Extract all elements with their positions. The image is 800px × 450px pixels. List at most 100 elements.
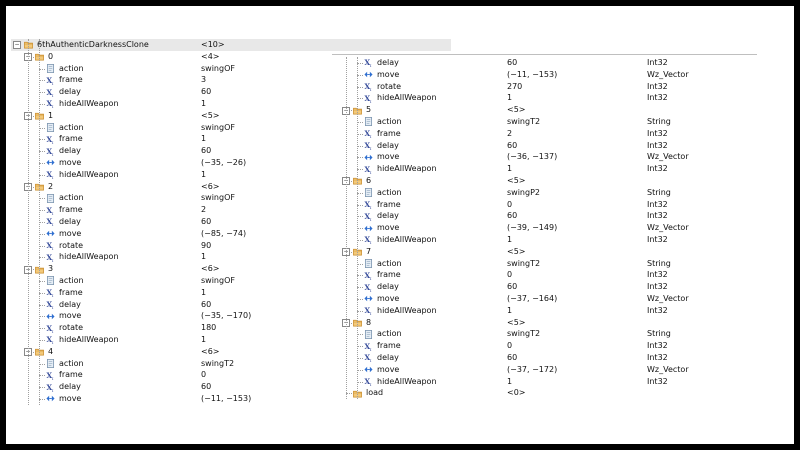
tree-node-value: 1 <box>201 169 207 179</box>
tree-property-row[interactable]: X I hideAllWeapon 1 Int32 <box>332 376 757 388</box>
tree-node-value: 1 <box>201 287 207 297</box>
tree-property-row[interactable]: X I hideAllWeapon 1 Int32 <box>332 163 757 175</box>
tree-node-value: swingT2 <box>507 117 541 126</box>
tree-node-name: move <box>59 228 82 238</box>
tree-node-type: String <box>647 117 671 126</box>
tree-node-name: 5 <box>366 105 372 115</box>
integer-icon: XI <box>364 342 371 351</box>
svg-text:I: I <box>52 151 54 155</box>
tree-property-row[interactable]: X I rotate 270 Int32 <box>332 81 757 93</box>
tree-node-value: 60 <box>507 58 518 67</box>
integer-icon: XI <box>364 354 371 363</box>
tree-property-row[interactable]: X I delay 60 Int32 <box>332 210 757 222</box>
tree-node-name: delay <box>59 217 81 226</box>
tree-property-row[interactable]: move (−11, −153) Wz_Vector <box>332 69 757 81</box>
integer-icon: XI <box>364 94 372 103</box>
integer-icon: XI <box>46 371 54 380</box>
tree-node-value: (−11, −153) <box>201 394 252 403</box>
tree-folder-row[interactable]: −5 <5> <box>332 104 757 116</box>
svg-text:I: I <box>370 311 372 315</box>
tree-folder-row[interactable]: −6 <5> <box>332 175 757 187</box>
integer-icon: XI <box>364 165 371 174</box>
tree-property-row[interactable]: X I delay 60 Int32 <box>332 352 757 364</box>
tree-node-name: delay <box>377 282 399 292</box>
svg-text:I: I <box>52 305 54 309</box>
tree-node-name: delay <box>59 382 81 392</box>
tree-property-row[interactable]: action swingT2 String <box>332 328 757 340</box>
svg-text:I: I <box>370 99 372 103</box>
tree-node-name: 2 <box>48 181 54 191</box>
svg-text:I: I <box>370 287 372 291</box>
tree-node-name: action <box>377 187 402 197</box>
tree-node-value: 1 <box>201 134 207 144</box>
tree-property-row[interactable]: X I hideAllWeapon 1 Int32 <box>332 305 757 317</box>
tree-node-name: action <box>377 117 402 126</box>
tree-node-name: load <box>366 388 384 398</box>
tree-node-name: delay <box>377 58 399 67</box>
tree-node-name: delay <box>59 87 81 97</box>
right-property-tree[interactable]: X Idelay 60 Int32 move (−11, −153) Wz_Vector X I… <box>332 54 757 409</box>
tree-property-row[interactable]: move (−37, −164) Wz_Vector <box>332 293 757 305</box>
svg-text:I: I <box>52 376 54 380</box>
tree-folder-row[interactable]: − 6thAuthenticDarknessClone <10> <box>11 39 451 51</box>
tree-node-name: hideAllWeapon <box>377 164 437 174</box>
tree-node-name: move <box>377 152 400 162</box>
tree-property-row[interactable]: X I frame 2 Int32 <box>332 128 757 140</box>
tree-property-row[interactable]: action swingT2 String <box>332 258 757 270</box>
tree-property-row[interactable]: move (−39, −149) Wz_Vector <box>332 222 757 234</box>
tree-node-value: 2 <box>507 128 513 138</box>
tree-folder-row[interactable]: load <0> <box>332 387 757 399</box>
tree-property-row[interactable]: X I hideAllWeapon 1 Int32 <box>332 92 757 104</box>
svg-text:I: I <box>370 63 372 67</box>
expand-collapse-toggle[interactable]: − <box>13 41 21 50</box>
tree-node-value: <5> <box>507 246 526 256</box>
tree-node-name: action <box>59 276 84 285</box>
tree-node-value: (−35, −170) <box>201 311 252 321</box>
tree-node-name: frame <box>59 134 83 144</box>
tree-property-row[interactable]: move (−36, −137) Wz_Vector <box>332 151 757 163</box>
tree-node-name: action <box>377 258 402 268</box>
tree-node-name: 0 <box>48 51 54 61</box>
tree-node-type: String <box>647 329 671 339</box>
tree-node-type: Int32 <box>647 270 668 280</box>
tree-node-value: 60 <box>507 140 518 150</box>
tree-node-name: move <box>59 158 82 167</box>
tree-node-name: delay <box>377 353 399 362</box>
tree-node-value: swingT2 <box>507 329 541 339</box>
tree-folder-row[interactable]: −7 <5> <box>332 246 757 258</box>
tree-property-row[interactable]: action swingP2 String <box>332 187 757 199</box>
svg-text:I: I <box>52 340 54 344</box>
tree-node-type: Int32 <box>647 211 668 221</box>
tree-property-row[interactable]: X I delay 60 Int32 <box>332 57 757 69</box>
tree-node-name: 4 <box>48 346 54 356</box>
integer-icon: XI <box>46 241 53 250</box>
tree-property-row[interactable]: X I frame 0 Int32 <box>332 340 757 352</box>
tree-property-row[interactable]: X I delay 60 Int32 <box>332 140 757 152</box>
tree-property-row[interactable]: X I frame 0 Int32 <box>332 269 757 281</box>
tree-folder-row[interactable]: −8 <5> <box>332 317 757 329</box>
string-icon <box>364 259 373 268</box>
tree-node-name: action <box>59 193 84 203</box>
tree-node-name: action <box>59 358 84 368</box>
tree-node-name: frame <box>59 205 83 215</box>
tree-guide-line <box>346 57 347 400</box>
tree-node-value: 1 <box>201 335 207 344</box>
tree-property-row[interactable]: move (−37, −172) Wz_Vector <box>332 364 757 376</box>
tree-node-type: Wz_Vector <box>647 69 689 79</box>
string-icon <box>364 329 373 339</box>
tree-node-type: String <box>647 258 671 268</box>
tree-node-name: delay <box>377 140 399 150</box>
tree-property-row[interactable]: action swingT2 String <box>332 116 757 128</box>
integer-icon: XI <box>364 283 372 292</box>
tree-property-row[interactable]: X I delay 60 Int32 <box>332 281 757 293</box>
integer-icon: XI <box>46 206 53 215</box>
integer-icon: XI <box>46 170 53 179</box>
tree-property-row[interactable]: X I hideAllWeapon 1 Int32 <box>332 234 757 246</box>
vector-icon <box>364 154 373 160</box>
tree-property-row[interactable]: X I frame 0 Int32 <box>332 199 757 211</box>
tree-node-name: delay <box>377 211 399 221</box>
tree-node-value: 180 <box>201 323 217 333</box>
tree-node-value: (−39, −149) <box>507 223 558 233</box>
tree-node-type: Int32 <box>647 376 668 386</box>
tree-node-type: Int32 <box>647 93 668 103</box>
